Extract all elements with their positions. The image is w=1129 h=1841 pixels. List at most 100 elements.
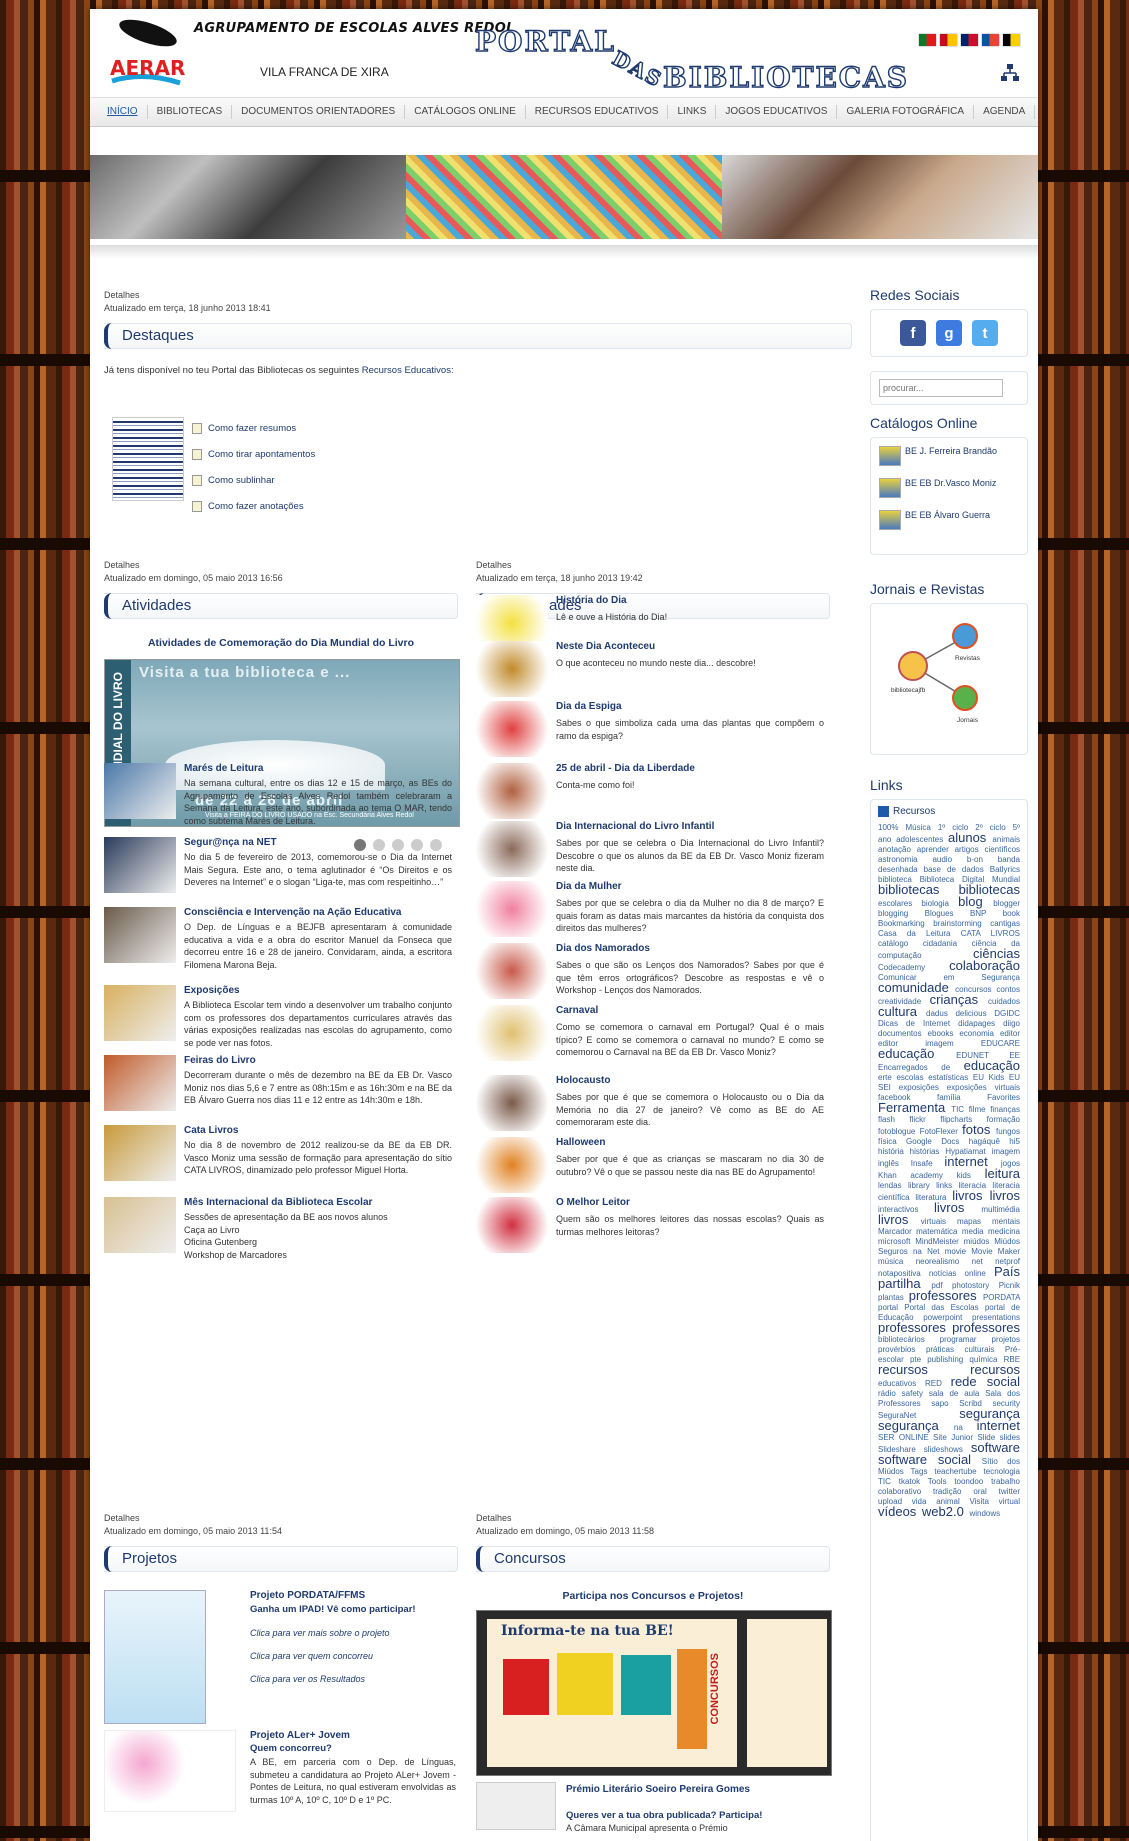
tag-link[interactable]: Portal [904, 1303, 931, 1312]
tag-link[interactable]: virtual [999, 1497, 1020, 1506]
activity-title[interactable]: Consciência e Intervenção na Ação Educat… [184, 907, 402, 918]
tag-link[interactable]: exposições [899, 1083, 947, 1092]
tag-link[interactable]: economia [959, 1029, 1000, 1038]
tag-link[interactable]: vídeos [878, 1504, 922, 1519]
pordata-poster-image[interactable] [104, 1590, 206, 1724]
nav-item[interactable]: BIBLIOTECAS [148, 105, 233, 119]
tag-link[interactable]: contos [996, 985, 1020, 994]
tag-link[interactable]: Seguros [878, 1247, 913, 1256]
tag-link[interactable]: BNP [970, 909, 1003, 918]
tag-link[interactable]: net [972, 1257, 995, 1266]
tag-link[interactable]: blog [958, 894, 993, 909]
tag-link[interactable]: programar [940, 1335, 992, 1344]
tag-link[interactable]: escolares [878, 899, 921, 908]
tag-link[interactable]: web2.0 [922, 1504, 970, 1519]
tag-link[interactable]: 5º [1013, 823, 1020, 832]
contest-title[interactable]: Prémio Literário Soeiro Pereira Gomes [566, 1784, 826, 1795]
google-plus-icon[interactable]: g [936, 320, 962, 346]
curiosity-title[interactable]: Holocausto [556, 1075, 610, 1086]
tag-link[interactable]: neorealismo [916, 1257, 972, 1266]
tag-link[interactable]: culturais [965, 1345, 1005, 1354]
tag-link[interactable]: na [954, 1423, 977, 1432]
tag-link[interactable]: dadus [926, 1009, 955, 1018]
germany-flag[interactable] [1003, 34, 1020, 46]
tag-link[interactable]: cultura [878, 1004, 926, 1019]
tag-link[interactable]: Casa [878, 929, 907, 938]
tag-link[interactable]: EU [973, 1073, 989, 1082]
tag-link[interactable]: twitter [999, 1487, 1020, 1496]
curiosity-thumb[interactable] [476, 701, 548, 757]
tag-link[interactable]: Google [906, 1137, 941, 1146]
tag-link[interactable]: sapo [931, 1399, 959, 1408]
tag-link[interactable]: windows [969, 1509, 1000, 1518]
curiosity-title[interactable]: Dia da Mulher [556, 881, 622, 892]
tag-link[interactable]: plantas [878, 1293, 909, 1302]
tag-link[interactable]: lendas [878, 1181, 908, 1190]
tag-link[interactable]: Docs [941, 1137, 969, 1146]
tag-link[interactable]: filme [969, 1105, 991, 1114]
tag-link[interactable]: educativos [878, 1379, 925, 1388]
tag-link[interactable]: provérbios [878, 1345, 926, 1354]
tag-link[interactable]: rede [951, 1374, 987, 1389]
activity-title[interactable]: Segur@nça na NET [184, 837, 277, 848]
nav-item[interactable]: INÍCIO [98, 105, 148, 119]
tag-link[interactable]: Movie [971, 1247, 998, 1256]
tag-link[interactable]: flash [878, 1115, 909, 1124]
tag-link[interactable]: sala [929, 1389, 950, 1398]
tag-link[interactable]: fotos [962, 1122, 996, 1137]
tag-link[interactable]: adolescentes [896, 835, 948, 844]
tag-link[interactable]: academy [910, 1171, 956, 1180]
curiosity-title[interactable]: 25 de abril - Dia da Liberdade [556, 763, 695, 774]
tag-link[interactable]: safety [902, 1389, 929, 1398]
tag-link[interactable]: CATA [961, 929, 991, 938]
tag-link[interactable]: SER [878, 1433, 899, 1442]
tag-link[interactable]: colaborativo [878, 1487, 933, 1496]
resource-link[interactable]: Como tirar apontamentos [192, 441, 315, 467]
tag-link[interactable]: Favorites [987, 1093, 1020, 1102]
tag-link[interactable]: professores [952, 1320, 1020, 1335]
slider-dot[interactable] [430, 839, 442, 851]
tag-link[interactable]: artigos [955, 845, 985, 854]
tag-link[interactable]: Internet [923, 1019, 958, 1028]
tag-link[interactable]: b-on [967, 855, 998, 864]
tag-link[interactable]: multimédia [981, 1205, 1020, 1214]
curiosity-thumb[interactable] [476, 881, 548, 937]
tag-link[interactable]: movie [945, 1247, 972, 1256]
tag-link[interactable]: da [907, 929, 926, 938]
tag-link[interactable]: desenhada [878, 865, 924, 874]
tag-link[interactable]: tecnologia [984, 1467, 1020, 1476]
tag-link[interactable]: Segurança [981, 973, 1020, 982]
slider-dot[interactable] [373, 839, 385, 851]
tag-link[interactable]: Kids [989, 1073, 1009, 1082]
project-link[interactable]: Clica para ver quem concorreu [250, 1651, 390, 1661]
tag-link[interactable]: Sala [985, 1389, 1007, 1398]
project-link[interactable]: Clica para ver os Resultados [250, 1674, 390, 1684]
tag-link[interactable]: Maker [998, 1247, 1020, 1256]
tag-link[interactable]: portal [985, 1303, 1011, 1312]
tag-link[interactable]: Tools [928, 1477, 955, 1486]
tag-link[interactable]: dados [962, 865, 990, 874]
slider-dot[interactable] [392, 839, 404, 851]
curiosity-thumb[interactable] [476, 1005, 548, 1061]
curiosity-title[interactable]: Dia da Espiga [556, 701, 622, 712]
tag-link[interactable]: Miúdos [878, 1467, 911, 1476]
tag-link[interactable]: virtuais [921, 1217, 957, 1226]
tag-link[interactable]: aprender [917, 845, 955, 854]
tag-link[interactable]: Escolas [951, 1303, 985, 1312]
resource-link[interactable]: Como fazer resumos [192, 415, 315, 441]
tag-link[interactable]: aula [964, 1389, 985, 1398]
tag-link[interactable]: ano [878, 835, 896, 844]
tag-link[interactable]: Tags [911, 1467, 935, 1476]
tag-link[interactable]: microsoft [878, 1237, 915, 1246]
tag-link[interactable]: Professores [878, 1399, 931, 1408]
tag-link[interactable]: Visita [970, 1497, 999, 1506]
tag-link[interactable]: 100% [878, 823, 905, 832]
tag-link[interactable]: mentais [992, 1217, 1020, 1226]
portugal-flag[interactable] [919, 34, 936, 46]
tag-link[interactable]: MindMeister [915, 1237, 963, 1246]
nav-item[interactable]: LINKS [668, 105, 717, 119]
tag-link[interactable]: cuidados [988, 997, 1020, 1006]
tag-link[interactable]: Bookmarking [878, 919, 933, 928]
tag-link[interactable]: na [913, 1247, 927, 1256]
tag-link[interactable]: hi5 [1009, 1137, 1020, 1146]
